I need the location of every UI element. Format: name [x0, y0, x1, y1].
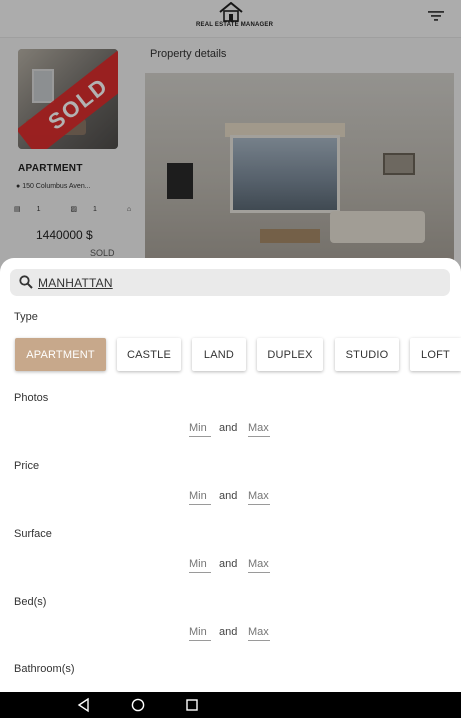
system-navigation-bar	[0, 692, 461, 718]
surface-max-input[interactable]	[248, 558, 270, 573]
chip-castle[interactable]: CASTLE	[117, 338, 181, 371]
search-input[interactable]	[38, 273, 438, 293]
beds-min-input[interactable]	[189, 626, 211, 641]
chip-studio[interactable]: STUDIO	[335, 338, 399, 371]
photos-max-input[interactable]	[248, 422, 270, 437]
type-chip-group: APARTMENT CASTLE LAND DUPLEX STUDIO LOFT	[15, 338, 461, 372]
chip-land[interactable]: LAND	[192, 338, 246, 371]
and-text: and	[219, 558, 238, 570]
price-min-input[interactable]	[189, 490, 211, 505]
search-icon	[19, 275, 33, 289]
surface-label: Surface	[14, 528, 52, 540]
bathrooms-label: Bathroom(s)	[14, 663, 75, 675]
beds-range: and	[189, 626, 271, 644]
chip-duplex[interactable]: DUPLEX	[257, 338, 323, 371]
search-bar[interactable]	[10, 269, 450, 296]
type-label: Type	[14, 311, 38, 323]
photos-range: and	[189, 422, 271, 440]
surface-min-input[interactable]	[189, 558, 211, 573]
beds-label: Bed(s)	[14, 596, 47, 608]
recents-icon[interactable]	[184, 697, 200, 713]
chip-apartment[interactable]: APARTMENT	[15, 338, 106, 371]
photos-label: Photos	[14, 392, 49, 404]
back-icon[interactable]	[76, 697, 92, 713]
price-range: and	[189, 490, 271, 508]
beds-max-input[interactable]	[248, 626, 270, 641]
photos-min-input[interactable]	[189, 422, 211, 437]
and-text: and	[219, 422, 238, 434]
surface-range: and	[189, 558, 271, 576]
and-text: and	[219, 490, 238, 502]
price-label: Price	[14, 460, 40, 472]
chip-loft[interactable]: LOFT	[410, 338, 461, 371]
home-icon[interactable]	[130, 697, 146, 713]
search-bottom-sheet: Type APARTMENT CASTLE LAND DUPLEX STUDIO…	[0, 258, 461, 692]
price-max-input[interactable]	[248, 490, 270, 505]
and-text: and	[219, 626, 238, 638]
